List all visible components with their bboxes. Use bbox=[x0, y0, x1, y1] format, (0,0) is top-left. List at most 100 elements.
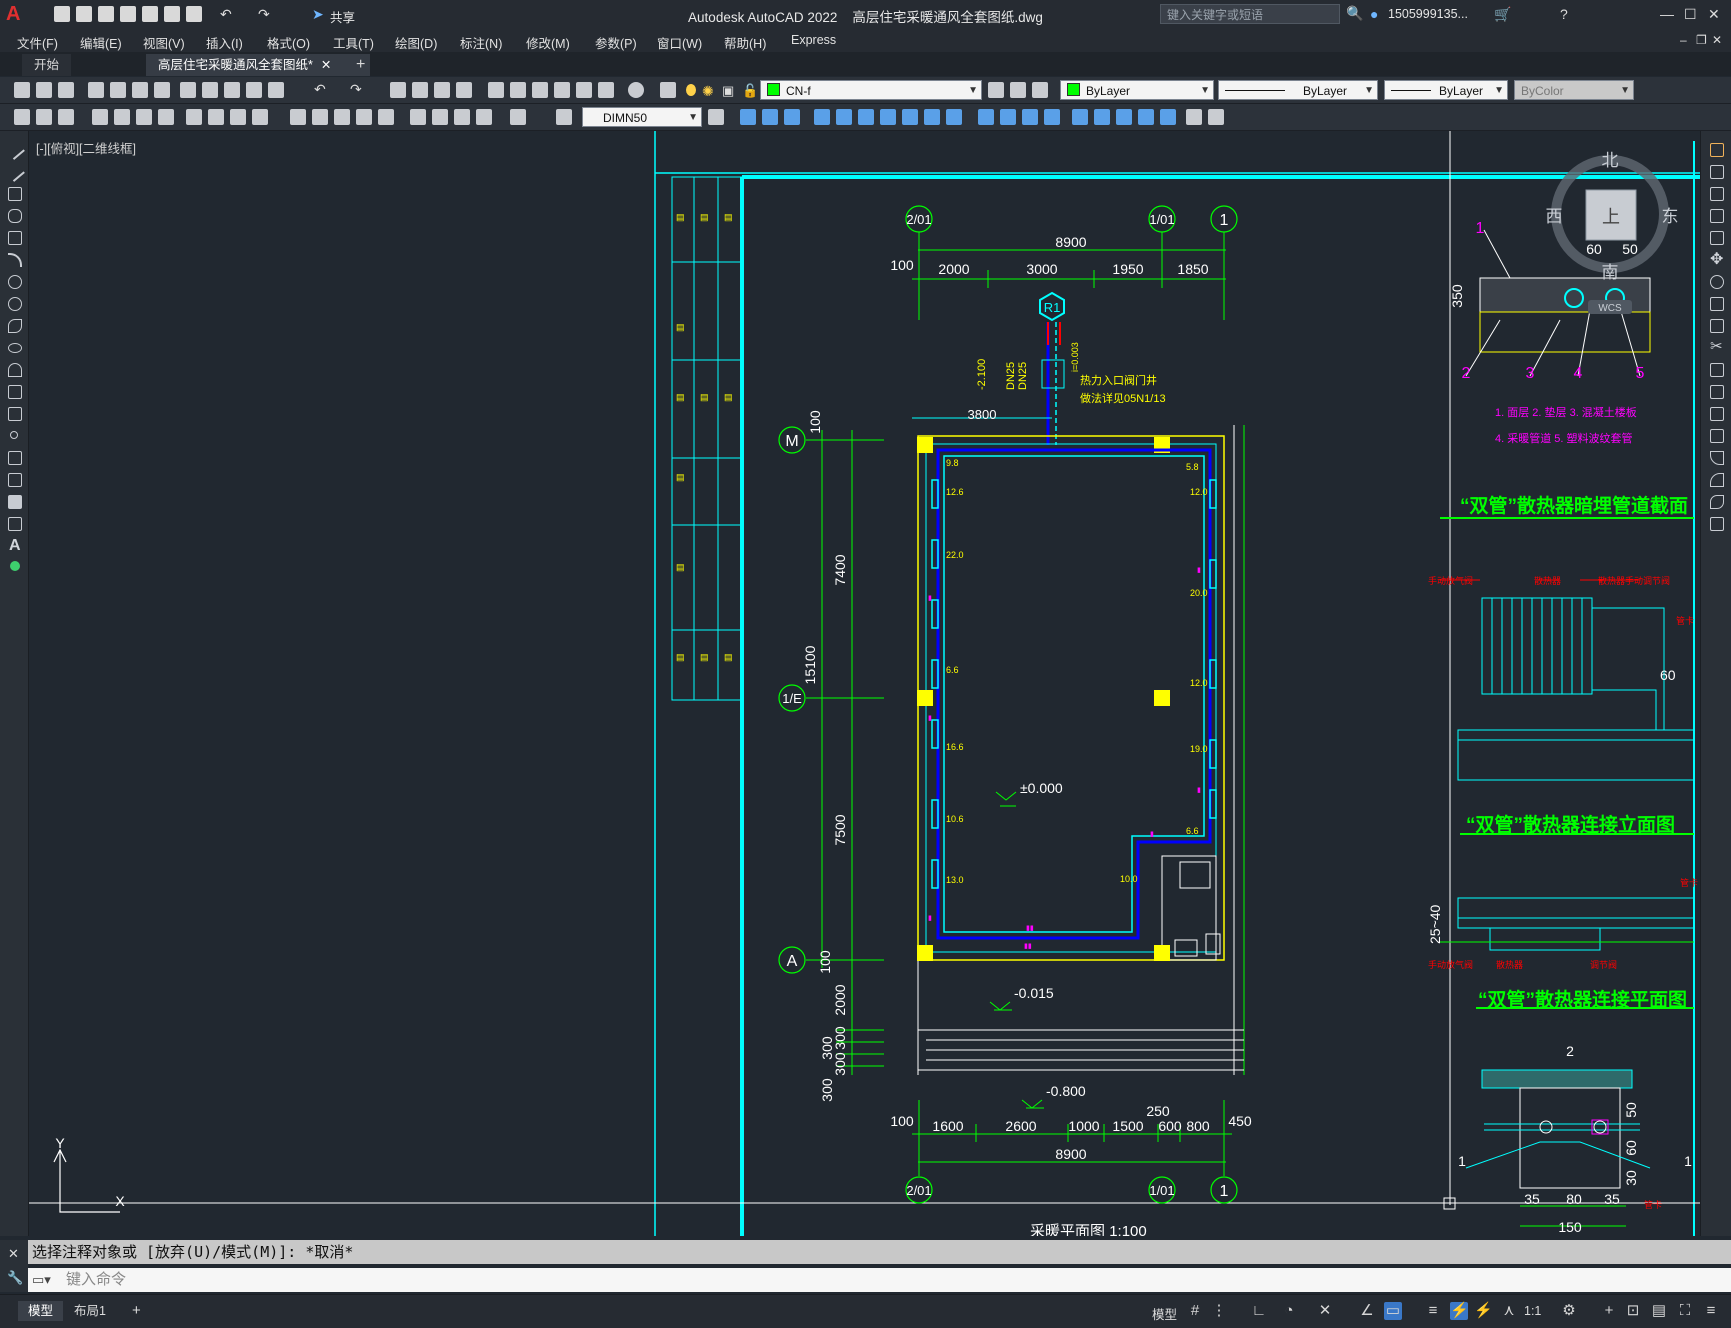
open-web-icon[interactable] bbox=[142, 6, 158, 22]
center-mark-icon[interactable] bbox=[356, 109, 372, 125]
draworder-icon[interactable] bbox=[1186, 109, 1202, 125]
dim-arc-icon[interactable] bbox=[58, 109, 74, 125]
layer-properties-icon[interactable] bbox=[660, 82, 676, 98]
modify-explode-icon[interactable] bbox=[1022, 109, 1038, 125]
modify-mirror-icon[interactable] bbox=[1094, 109, 1110, 125]
preview-icon[interactable] bbox=[110, 82, 126, 98]
layer-vp-freeze-icon[interactable]: ▣ bbox=[722, 83, 734, 99]
linetype-combo[interactable]: ByLayer ▼ bbox=[1218, 80, 1378, 100]
dim-break-icon[interactable] bbox=[312, 109, 328, 125]
jogged-linear-icon[interactable] bbox=[410, 109, 426, 125]
bring-front-icon[interactable] bbox=[1208, 109, 1224, 125]
user-icon[interactable]: ● bbox=[1370, 6, 1378, 22]
modify-trim-icon[interactable] bbox=[858, 109, 874, 125]
scale-icon[interactable] bbox=[1710, 297, 1724, 311]
menu-dimension[interactable]: 标注(N) bbox=[460, 33, 502, 52]
dim-space-icon[interactable] bbox=[290, 109, 306, 125]
add-layout-icon[interactable]: + bbox=[122, 1301, 151, 1321]
dim-continue-icon[interactable] bbox=[252, 109, 268, 125]
save-web-icon[interactable] bbox=[164, 6, 180, 22]
circle-icon[interactable] bbox=[8, 275, 22, 289]
modify-stretch-icon[interactable] bbox=[836, 109, 852, 125]
join-icon[interactable] bbox=[1710, 429, 1724, 443]
share-button[interactable]: 共享 bbox=[330, 7, 355, 26]
lineweight-combo[interactable]: ByLayer ▼ bbox=[1384, 80, 1508, 100]
layer-combo[interactable]: CN-f ▼ bbox=[760, 80, 982, 100]
lineweight-icon[interactable]: ∠ bbox=[1358, 1302, 1376, 1320]
cut-icon[interactable] bbox=[180, 82, 196, 98]
make-current-layer-icon[interactable] bbox=[988, 82, 1004, 98]
layer-lock-icon[interactable]: 🔓 bbox=[742, 83, 758, 99]
qnew-icon[interactable] bbox=[14, 82, 30, 98]
polyline-icon[interactable] bbox=[8, 187, 22, 201]
plotstyle-combo[interactable]: ByColor ▼ bbox=[1514, 80, 1634, 100]
3d-print-icon[interactable] bbox=[154, 82, 170, 98]
chamfer-icon[interactable] bbox=[1710, 451, 1724, 465]
user-name[interactable]: 1505999135... bbox=[1388, 7, 1468, 21]
grid-icon[interactable]: # bbox=[1186, 1302, 1204, 1320]
workspace-gear-icon[interactable]: ⚙ bbox=[1560, 1302, 1578, 1320]
dim-diameter-icon[interactable] bbox=[158, 109, 174, 125]
dim-aligned-icon[interactable] bbox=[36, 109, 52, 125]
array-icon[interactable] bbox=[1710, 231, 1724, 245]
menu-draw[interactable]: 绘图(D) bbox=[395, 33, 437, 52]
copy-icon[interactable] bbox=[202, 82, 218, 98]
menu-parametric[interactable]: 参数(P) bbox=[595, 33, 637, 52]
region-icon[interactable] bbox=[8, 495, 22, 509]
transparency-icon[interactable]: ≡ bbox=[1424, 1302, 1442, 1320]
modify-copy-icon[interactable] bbox=[762, 109, 778, 125]
publish-icon[interactable] bbox=[132, 82, 148, 98]
ellipse-icon[interactable] bbox=[8, 343, 22, 353]
paste-icon[interactable] bbox=[224, 82, 240, 98]
offset-icon[interactable] bbox=[1710, 209, 1724, 223]
annotation-monitor-icon[interactable]: + bbox=[1600, 1302, 1618, 1320]
save-file-icon[interactable] bbox=[58, 82, 74, 98]
redo-icon[interactable]: ↷ bbox=[258, 6, 270, 23]
customization-icon[interactable]: ≡ bbox=[1702, 1302, 1720, 1320]
line-icon[interactable] bbox=[5, 140, 25, 160]
menu-help[interactable]: 帮助(H) bbox=[724, 33, 766, 52]
modify-lengthen-icon[interactable] bbox=[1138, 109, 1154, 125]
spline-icon[interactable] bbox=[8, 319, 22, 333]
inspect-icon[interactable] bbox=[378, 109, 394, 125]
layer-freeze-icon[interactable]: ✺ bbox=[702, 83, 714, 100]
print-icon[interactable] bbox=[88, 82, 104, 98]
share-icon[interactable]: ➤ bbox=[312, 6, 324, 23]
color-combo[interactable]: ByLayer ▼ bbox=[1060, 80, 1214, 100]
revcloud-icon[interactable] bbox=[8, 297, 22, 311]
sheet-set-icon[interactable] bbox=[554, 82, 570, 98]
quick-dim-icon[interactable] bbox=[208, 109, 224, 125]
modify-align-icon[interactable] bbox=[1160, 109, 1176, 125]
polygon-icon[interactable] bbox=[8, 209, 22, 223]
mtext-icon[interactable]: A bbox=[9, 537, 21, 555]
tab-start[interactable]: 开始 bbox=[22, 54, 72, 76]
close-icon[interactable]: ✕ bbox=[1708, 6, 1720, 23]
menu-modify[interactable]: 修改(M) bbox=[526, 33, 570, 52]
layer-previous-icon[interactable] bbox=[1010, 82, 1026, 98]
rectangle-icon[interactable] bbox=[8, 231, 22, 245]
point-icon[interactable] bbox=[10, 431, 18, 439]
menu-edit[interactable]: 编辑(E) bbox=[80, 33, 122, 52]
stretch-icon[interactable] bbox=[1710, 319, 1724, 333]
plot-icon[interactable] bbox=[186, 6, 202, 22]
layer-on-icon[interactable] bbox=[686, 84, 696, 96]
tool-palettes-icon[interactable] bbox=[532, 82, 548, 98]
units-icon[interactable]: ⊡ bbox=[1624, 1302, 1642, 1320]
modify-scale-icon[interactable] bbox=[814, 109, 830, 125]
layer-state-icon[interactable] bbox=[1032, 82, 1048, 98]
help-icon[interactable]: ? bbox=[1560, 6, 1568, 22]
blend-curves-icon[interactable] bbox=[1710, 495, 1724, 509]
drawing-canvas[interactable]: ▤ ▤ ▤ ▤ ▤ ▤ ▤ ▤ ▤ ▤ ▤ ▤ 2/01 1/01 1 2/01 1/01 1 M… bbox=[29, 131, 1700, 1236]
add-selected-icon[interactable] bbox=[10, 561, 20, 571]
dim-update-icon[interactable] bbox=[476, 109, 492, 125]
modify-rotate-icon[interactable] bbox=[784, 109, 800, 125]
modify-extend-icon[interactable] bbox=[880, 109, 896, 125]
erase-icon[interactable] bbox=[1710, 143, 1724, 157]
viewcube-west[interactable]: 西 bbox=[1546, 207, 1563, 226]
insert-block-icon[interactable] bbox=[8, 385, 22, 399]
doc-restore-icon[interactable]: ❐ bbox=[1696, 33, 1707, 47]
dim-radius-icon[interactable] bbox=[114, 109, 130, 125]
autocad-logo-icon[interactable]: A bbox=[6, 4, 26, 24]
arc-icon[interactable] bbox=[8, 253, 22, 267]
modify-fillet-icon[interactable] bbox=[978, 109, 994, 125]
